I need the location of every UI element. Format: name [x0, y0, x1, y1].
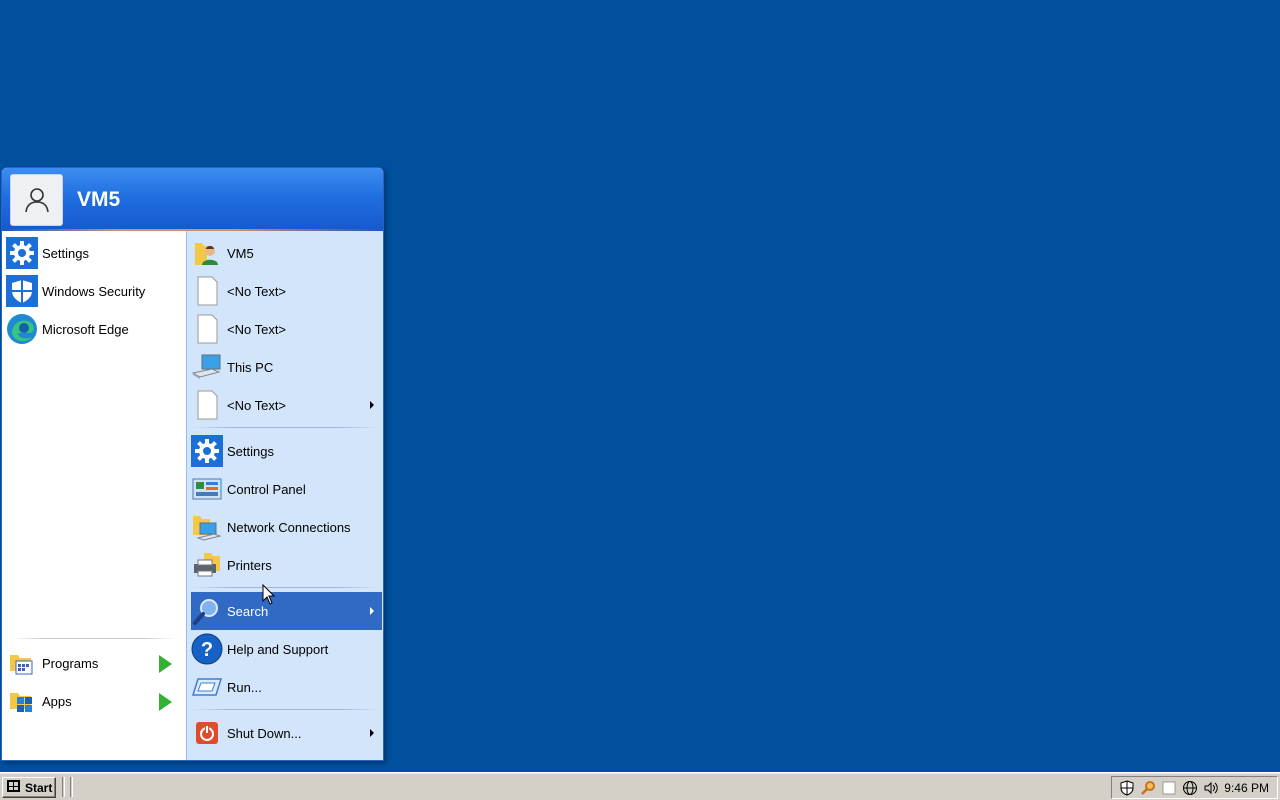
mouse-cursor-icon: [262, 584, 276, 605]
notification-area: 9:46 PM: [1111, 776, 1278, 799]
network-connections-icon: [191, 511, 223, 543]
shut-down-button[interactable]: Shut Down...: [191, 714, 382, 752]
user-avatar-icon[interactable]: [10, 174, 63, 226]
user-folder-icon: [191, 237, 223, 269]
taskbar: Start 9:46 PM: [0, 772, 1280, 800]
right-separator: [191, 587, 379, 588]
apps-label: Apps: [42, 693, 72, 709]
place-label: Printers: [227, 557, 272, 573]
pinned-item-label: Microsoft Edge: [42, 321, 129, 337]
computer-icon: [191, 351, 223, 383]
submenu-arrow-icon: [370, 729, 374, 737]
place-control-panel[interactable]: Control Panel: [191, 470, 382, 508]
place-label: Shut Down...: [227, 725, 302, 741]
blank-document-icon: [191, 275, 223, 307]
place-search[interactable]: Search: [191, 592, 382, 630]
blank-document-icon: [191, 313, 223, 345]
security-shield-icon[interactable]: [1118, 779, 1136, 797]
edge-icon: [6, 313, 38, 345]
help-icon: ?: [191, 633, 223, 665]
start-label: Start: [25, 780, 53, 795]
place-network-connections[interactable]: Network Connections: [191, 508, 382, 546]
apps-icon: [6, 685, 38, 717]
pinned-programs-column: Settings Windows Security Microsoft Edge…: [2, 231, 186, 760]
start-logo-icon: [6, 778, 22, 797]
place-label: Control Panel: [227, 481, 306, 497]
printer-icon: [191, 549, 223, 581]
network-globe-icon[interactable]: [1181, 779, 1199, 797]
place-label: VM5: [227, 245, 254, 261]
place-no-text-2[interactable]: <No Text>: [191, 310, 382, 348]
place-label: <No Text>: [227, 283, 287, 299]
place-label: Network Connections: [227, 519, 351, 535]
start-menu-header: VM5: [2, 168, 383, 231]
right-separator: [191, 427, 379, 428]
place-run[interactable]: Run...: [191, 668, 382, 706]
apps-arrow-icon: [159, 693, 172, 711]
place-label: Help and Support: [227, 641, 329, 657]
taskbar-grip[interactable]: [62, 777, 65, 797]
user-name: VM5: [77, 188, 121, 211]
place-printers[interactable]: Printers: [191, 546, 382, 584]
pinned-item-label: Settings: [42, 245, 89, 261]
place-no-text-1[interactable]: <No Text>: [191, 272, 382, 310]
programs-icon: [6, 647, 38, 679]
submenu-arrow-icon: [370, 401, 374, 409]
search-icon[interactable]: [1139, 779, 1157, 797]
apps-button[interactable]: Apps: [6, 682, 182, 720]
places-column: VM5 <No Text> <No Text> This PC <No Text…: [186, 231, 383, 760]
place-label: <No Text>: [227, 321, 287, 337]
place-no-text-3[interactable]: <No Text>: [191, 386, 382, 424]
magnifier-icon: [191, 595, 223, 627]
gear-icon: [191, 435, 223, 467]
place-user-folder[interactable]: VM5: [191, 234, 382, 272]
start-menu: VM5 Settings Windows Security Microsoft …: [1, 167, 384, 761]
left-separator: [12, 638, 176, 639]
pinned-item-windows-security[interactable]: Windows Security: [6, 272, 182, 310]
place-this-pc[interactable]: This PC: [191, 348, 382, 386]
pinned-item-settings[interactable]: Settings: [6, 234, 182, 272]
control-panel-icon: [191, 473, 223, 505]
run-icon: [191, 671, 223, 703]
svg-text:?: ?: [201, 639, 213, 661]
start-button[interactable]: Start: [2, 777, 56, 798]
taskbar-grip[interactable]: [70, 777, 73, 797]
programs-arrow-icon: [159, 655, 172, 673]
place-label: <No Text>: [227, 397, 287, 413]
power-icon: [191, 717, 223, 749]
place-help-and-support[interactable]: ? Help and Support: [191, 630, 382, 668]
gear-icon: [6, 237, 38, 269]
programs-button[interactable]: Programs: [6, 644, 182, 682]
submenu-arrow-icon: [370, 607, 374, 615]
clock[interactable]: 9:46 PM: [1224, 781, 1269, 795]
place-label: This PC: [227, 359, 274, 375]
place-label: Settings: [227, 443, 274, 459]
right-separator: [191, 709, 379, 710]
blank-document-icon: [191, 389, 223, 421]
place-label: Run...: [227, 679, 262, 695]
pinned-item-microsoft-edge[interactable]: Microsoft Edge: [6, 310, 182, 348]
blank-window-icon[interactable]: [1160, 779, 1178, 797]
programs-label: Programs: [42, 655, 99, 671]
volume-icon[interactable]: [1202, 779, 1220, 797]
shield-icon: [6, 275, 38, 307]
pinned-item-label: Windows Security: [42, 283, 146, 299]
place-settings[interactable]: Settings: [191, 432, 382, 470]
